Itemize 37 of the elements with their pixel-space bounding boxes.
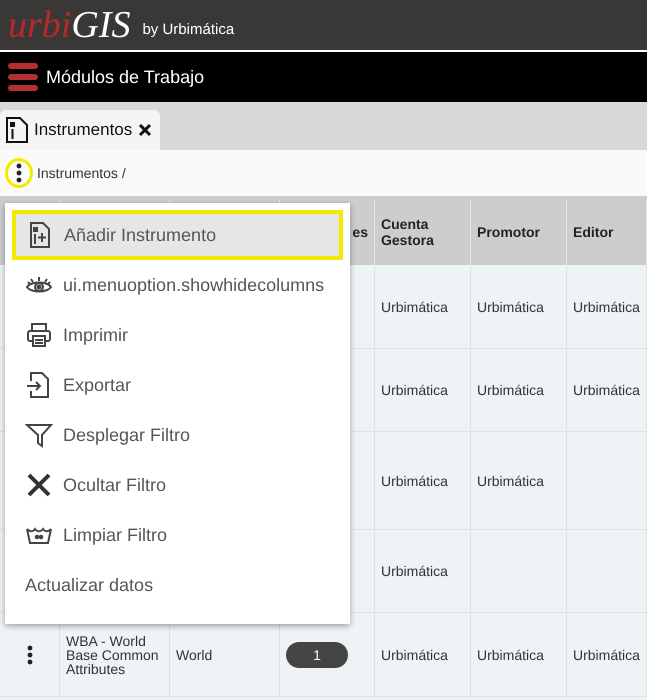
table-cell: Urbimática — [567, 265, 647, 349]
tab[interactable]: Instrumentos — [0, 110, 160, 150]
nav-title: Módulos de Trabajo — [46, 66, 204, 88]
menu-item[interactable]: Añadir Instrumento — [12, 210, 343, 260]
close-icon[interactable] — [138, 123, 152, 137]
column-header: Editor — [567, 199, 647, 265]
menu-icon[interactable] — [8, 61, 38, 93]
menu-item[interactable]: Exportar — [12, 360, 343, 410]
table-cell: Urbimática — [375, 613, 471, 697]
column-header: Promotor — [471, 199, 567, 265]
table-cell: Urbimática — [567, 613, 647, 697]
menu-item[interactable]: Desplegar Filtro — [12, 410, 343, 460]
menu-item[interactable]: Limpiar Filtro — [12, 510, 343, 560]
logo: urbiGIS — [8, 6, 130, 44]
filter-icon — [25, 421, 53, 449]
menu-item[interactable]: Ocultar Filtro — [12, 460, 343, 510]
table-cell: Urbimática — [375, 530, 471, 613]
count-badge: 1 — [286, 642, 348, 668]
table-cell: Urbimática — [567, 349, 647, 432]
table-cell: Urbimática — [375, 265, 471, 349]
menu-item[interactable]: Imprimir — [12, 310, 343, 360]
more-button[interactable] — [5, 158, 33, 188]
table-cell: Urbimática — [471, 349, 567, 432]
printer-icon — [25, 321, 53, 349]
column-header: Cuenta Gestora — [375, 199, 471, 265]
table-cell: Urbimática — [375, 349, 471, 432]
table-cell: Urbimática — [471, 613, 567, 697]
document-info-icon — [6, 117, 28, 143]
table-cell: Urbimática — [375, 432, 471, 530]
kebab-icon — [26, 644, 32, 664]
breadcrumb: Instrumentos / — [37, 165, 126, 181]
menu-item[interactable]: Actualizar datos — [12, 560, 343, 610]
table-cell: Urbimática — [471, 265, 567, 349]
table-cell: Urbimática — [471, 432, 567, 530]
close-icon — [25, 471, 53, 499]
kebab-icon — [16, 163, 22, 183]
byline: by Urbimática — [142, 20, 234, 38]
